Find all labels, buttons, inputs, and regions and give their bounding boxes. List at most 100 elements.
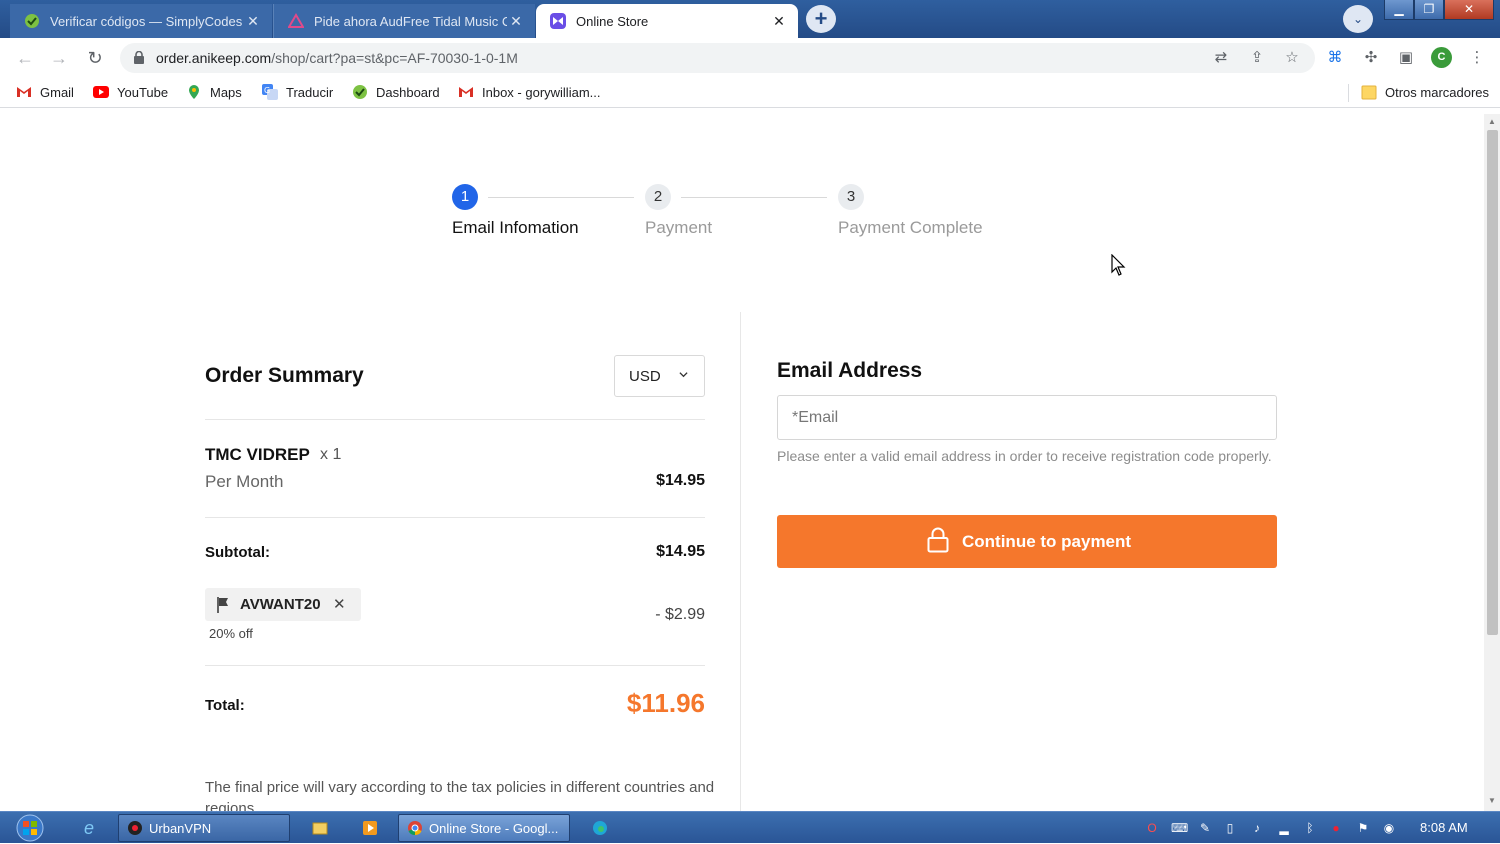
chrome-icon [408,821,422,836]
step-connector [488,197,634,198]
scroll-thumb[interactable] [1487,130,1498,635]
email-field[interactable] [777,395,1277,440]
tab-title: Pide ahora AudFree Tidal Music C [314,13,507,29]
edge-icon [593,821,607,835]
signal-tray-icon[interactable]: ▂ [1276,820,1292,836]
address-bar[interactable]: order.anikeep.com/shop/cart?pa=st&pc=AF-… [120,43,1315,73]
step-3-circle: 3 [838,184,864,210]
total-value: $11.96 [626,688,705,718]
taskbar-urbanvpn[interactable]: UrbanVPN [118,814,290,842]
side-panel-icon[interactable]: ▣ [1396,48,1416,68]
flag-tray-icon[interactable]: ⚑ [1355,820,1371,836]
bookmark-youtube[interactable]: YouTube [93,84,168,100]
taskbar-chrome[interactable]: Online Store - Googl... [398,814,570,842]
taskbar-media-player[interactable] [354,814,384,842]
minimize-button[interactable]: ▁ [1384,0,1414,20]
internet-explorer-icon: e [84,818,95,838]
taskbar-edge[interactable] [584,814,614,842]
product-quantity: x 1 [320,446,342,463]
url-text: order.anikeep.com/shop/cart?pa=st&pc=AF-… [156,50,518,66]
translate-page-icon[interactable]: ⇄ [1212,49,1230,67]
remove-coupon-icon[interactable]: ✕ [333,595,346,613]
folder-icon [312,822,328,835]
new-tab-button[interactable]: + [806,5,836,33]
bookmark-label: Inbox - gorywilliam... [482,84,601,100]
step-connector [681,197,827,198]
taskbar-ie[interactable]: e [76,814,104,842]
chevron-down-icon [679,372,688,378]
volume-tray-icon[interactable]: ♪ [1249,820,1265,836]
maximize-button[interactable]: ❐ [1414,0,1444,20]
windows-taskbar: e UrbanVPN Online Store - Googl... O ⌨ ✎… [0,811,1500,843]
bookmark-maps[interactable]: Maps [186,84,242,100]
coupon-chip: AVWANT20 ✕ [205,588,361,621]
bookmark-traducir[interactable]: G Traducir [262,84,333,100]
clock[interactable]: 8:08 AM [1420,820,1468,835]
url-path: /shop/cart?pa=st&pc=AF-70030-1-0-1M [271,50,518,66]
pen-tray-icon[interactable]: ✎ [1197,820,1213,836]
pay-button-label: Continue to payment [962,532,1132,551]
extension-translate-icon[interactable]: ⌘ [1325,48,1345,68]
opera-tray-icon[interactable]: O [1144,820,1160,836]
back-icon[interactable]: ← [14,47,36,69]
tab-search-icon[interactable]: ⌄ [1343,5,1373,33]
close-tab-icon[interactable]: ✕ [507,13,525,30]
tab-strip: Verificar códigos — SimplyCodes ✕ Pide a… [0,0,1500,38]
urbanvpn-icon [128,821,142,835]
product-period: Per Month [205,472,284,491]
taskbar-app-label: Online Store - Googl... [429,820,559,836]
bookmark-other-folder[interactable]: Otros marcadores [1361,84,1489,100]
bookmark-inbox[interactable]: Inbox - gorywilliam... [458,84,600,100]
divider [205,665,705,666]
vpn-tray-icon[interactable]: ● [1328,820,1344,836]
bluetooth-tray-icon[interactable]: ᛒ [1302,820,1318,836]
bookmark-dashboard[interactable]: Dashboard [352,84,440,100]
start-button[interactable] [4,812,52,844]
update-tray-icon[interactable]: ◉ [1381,820,1397,836]
currency-value: USD [629,368,661,385]
email-hint: Please enter a valid email address in or… [777,448,1272,464]
scroll-down-icon[interactable]: ▼ [1487,796,1497,805]
currency-select[interactable]: USD [614,355,705,397]
reload-icon[interactable]: ↻ [84,47,106,69]
product-price: $14.95 [656,472,705,489]
bookmark-label: Otros marcadores [1385,84,1490,100]
mouse-cursor-icon [1111,254,1126,276]
bookmark-star-icon[interactable]: ☆ [1283,49,1301,67]
gmail-icon [459,87,473,97]
close-window-button[interactable]: ✕ [1444,0,1494,20]
divider [205,419,705,420]
extensions-puzzle-icon[interactable]: ✣ [1361,48,1381,68]
forward-icon[interactable]: → [48,47,70,69]
scroll-up-icon[interactable]: ▲ [1487,117,1497,126]
discount-value: - $2.99 [655,606,705,623]
tab-online-store[interactable]: Online Store ✕ [536,4,798,38]
step-2-label: Payment [645,218,713,237]
lock-icon[interactable] [134,51,144,64]
network-tray-icon[interactable]: ⌨ [1171,820,1188,836]
close-tab-icon[interactable]: ✕ [770,13,788,30]
bookmarks-bar: Gmail YouTube Maps G Traducir Dashboard … [0,78,1500,108]
svg-text:G: G [264,86,270,95]
continue-to-payment-button[interactable]: Continue to payment [777,515,1277,568]
battery-tray-icon[interactable]: ▯ [1222,820,1238,836]
tab-simplycodes[interactable]: Verificar códigos — SimplyCodes ✕ [10,4,272,38]
page-content: 1 2 3 Email Infomation Payment Payment C… [0,114,1484,811]
subtotal-label: Subtotal: [205,544,270,561]
taskbar-explorer[interactable] [304,814,334,842]
tab-audfree[interactable]: Pide ahora AudFree Tidal Music C ✕ [273,4,535,38]
page-scrollbar[interactable]: ▲ ▼ [1484,114,1500,811]
bookmark-label: Gmail [40,84,74,100]
step-1-label: Email Infomation [452,218,579,237]
close-tab-icon[interactable]: ✕ [244,13,262,30]
coupon-tag-icon [217,597,228,613]
bookmark-label: YouTube [117,84,169,100]
bookmark-label: Dashboard [376,84,440,100]
menu-kebab-icon[interactable]: ⋮ [1467,48,1487,68]
url-host: order.anikeep.com [156,50,272,66]
profile-avatar[interactable]: C [1431,47,1452,68]
tab-title: Verificar códigos — SimplyCodes [50,13,243,29]
share-icon[interactable]: ⇪ [1248,49,1266,67]
bookmark-gmail[interactable]: Gmail [16,84,74,100]
column-divider [740,312,741,811]
